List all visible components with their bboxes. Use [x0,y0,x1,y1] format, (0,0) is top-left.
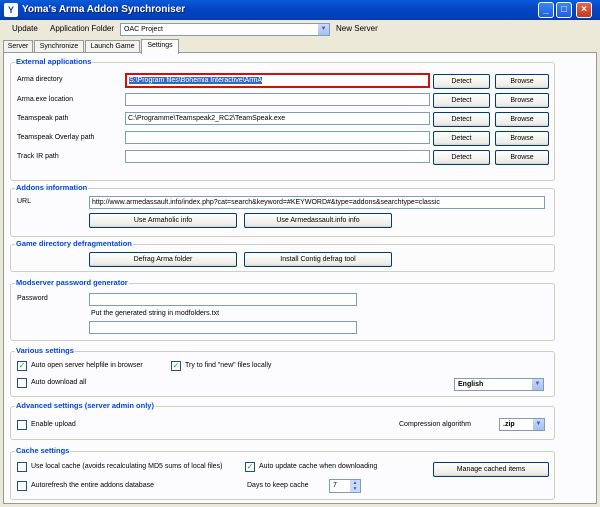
compression-label: Compression algorithm [399,421,471,428]
track-ir-label: Track IR path [17,153,59,160]
detect-teamspeak-overlay-button[interactable]: Detect [433,131,490,146]
detect-arma-exe-button[interactable]: Detect [433,93,490,108]
teamspeak-overlay-label: Teamspeak Overlay path [17,134,95,141]
group-title: Advanced settings (server admin only) [15,401,155,410]
generated-string-output[interactable] [89,321,357,334]
checkmark-icon: ✓ [246,462,254,471]
minimize-icon[interactable]: _ [538,2,554,18]
url-input[interactable]: http://www.armedassault.info/index.php?c… [89,196,545,209]
autorefresh-checkbox[interactable] [17,481,27,491]
days-to-keep-value: 7 [333,482,337,489]
compression-value: .zip [503,421,515,428]
auto-update-cache-checkbox[interactable]: ✓ [245,462,255,472]
app-icon: Y [4,3,18,17]
try-find-new-checkbox[interactable]: ✓ [171,361,181,371]
auto-download-checkbox[interactable] [17,378,27,388]
group-title: External applications [15,57,93,66]
defragmentation-group: Game directory defragmentation Defrag Ar… [10,239,555,272]
try-find-new-label: Try to find "new" files locally [185,362,272,369]
group-title: Various settings [15,346,75,355]
teamspeak-path-input[interactable]: C:\Programme\Teamspeak2_RC2\TeamSpeak.ex… [125,112,430,125]
arma-directory-input[interactable]: S:\Program files\Bohemia Interactive\Arm… [125,73,430,88]
arma-directory-label: Arma directory [17,76,63,83]
browse-arma-directory-button[interactable]: Browse [495,74,549,89]
browse-teamspeak-overlay-button[interactable]: Browse [495,131,549,146]
url-label: URL [17,198,32,205]
use-local-cache-checkbox[interactable] [17,462,27,472]
use-armaholic-button[interactable]: Use Armaholic info [89,213,237,228]
modfolders-hint: Put the generated string in modfolders.t… [91,310,220,317]
days-to-keep-label: Days to keep cache [247,482,309,489]
auto-update-cache-label: Auto update cache when downloading [259,463,378,470]
enable-upload-checkbox[interactable] [17,420,27,430]
checkmark-icon: ✓ [18,361,26,370]
language-value: English [458,381,484,388]
checkmark-icon: ✓ [172,361,180,370]
detect-arma-directory-button[interactable]: Detect [433,74,490,89]
password-label: Password [17,295,48,302]
application-folder-menu[interactable]: Application Folder [50,24,114,33]
language-select[interactable]: English ▼ [454,378,544,391]
various-settings-group: Various settings ✓ Auto open server help… [10,346,555,397]
group-title: Game directory defragmentation [15,239,133,248]
group-title: Cache settings [15,446,71,455]
cache-settings-group: Cache settings Use local cache (avoids r… [10,446,555,500]
maximize-icon[interactable]: □ [556,2,572,18]
use-armedassault-button[interactable]: Use Armedassault.info info [244,213,392,228]
new-server-menu[interactable]: New Server [336,24,378,33]
folder-select-value: OAC Project [124,26,163,33]
arma-exe-input[interactable] [125,93,430,106]
arma-directory-value: S:\Program files\Bohemia Interactive\Arm… [129,77,263,84]
detect-teamspeak-button[interactable]: Detect [433,112,490,127]
password-input[interactable] [89,293,357,306]
detect-track-ir-button[interactable]: Detect [433,150,490,165]
teamspeak-path-label: Teamspeak path [17,115,69,122]
enable-upload-label: Enable upload [31,421,76,428]
defrag-arma-button[interactable]: Defrag Arma folder [89,252,237,267]
external-applications-group: External applications Arma directory S:\… [10,57,555,181]
auto-open-checkbox[interactable]: ✓ [17,361,27,371]
chevron-down-icon[interactable]: ▼ [532,379,543,390]
browse-arma-exe-button[interactable]: Browse [495,93,549,108]
settings-panel: External applications Arma directory S:\… [3,52,597,504]
update-menu[interactable]: Update [12,24,38,33]
folder-select[interactable]: OAC Project ▼ [120,23,330,36]
title-bar: Y Yoma's Arma Addon Synchroniser _ □ × [0,0,600,20]
auto-open-label: Auto open server helpfile in browser [31,362,143,369]
days-to-keep-stepper[interactable]: 7 ▲ ▼ [329,479,361,493]
use-local-cache-label: Use local cache (avoids recalculating MD… [31,463,223,470]
menu-bar: Update Application Folder OAC Project ▼ … [0,20,600,38]
teamspeak-overlay-input[interactable] [125,131,430,144]
addons-information-group: Addons information URL http://www.armeda… [10,183,555,237]
chevron-down-icon[interactable]: ▼ [350,486,360,492]
manage-cached-items-button[interactable]: Manage cached items [433,462,549,477]
autorefresh-label: Autorefresh the entire addons database [31,482,154,489]
arma-exe-label: Arma.exe location [17,96,74,103]
compression-select[interactable]: .zip ▼ [499,418,545,431]
modserver-password-group: Modserver password generator Password Pu… [10,278,555,341]
auto-download-label: Auto download all [31,379,87,386]
close-icon[interactable]: × [576,2,592,18]
chevron-down-icon[interactable]: ▼ [318,24,329,35]
group-title: Addons information [15,183,89,192]
browse-teamspeak-button[interactable]: Browse [495,112,549,127]
install-contig-button[interactable]: Install Contig defrag tool [244,252,392,267]
chevron-down-icon[interactable]: ▼ [533,419,544,430]
tab-settings[interactable]: Settings [141,39,179,54]
group-title: Modserver password generator [15,278,129,287]
window-title: Yoma's Arma Addon Synchroniser [22,4,186,15]
advanced-settings-group: Advanced settings (server admin only) En… [10,401,555,440]
track-ir-input[interactable] [125,150,430,163]
browse-track-ir-button[interactable]: Browse [495,150,549,165]
